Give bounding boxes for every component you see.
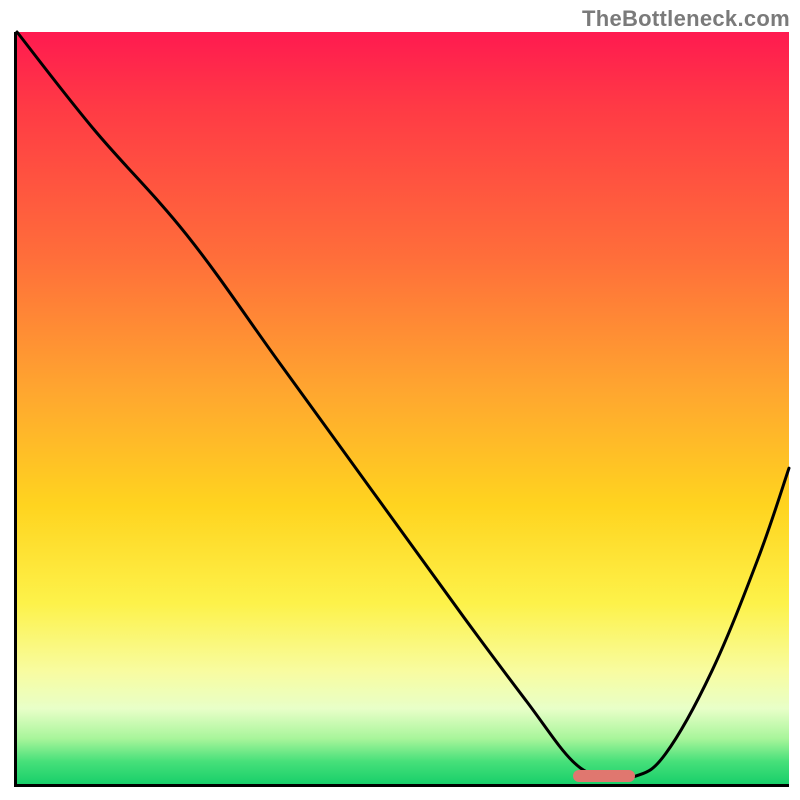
watermark-text: TheBottleneck.com (582, 6, 790, 32)
plot-area (14, 32, 789, 787)
optimal-range-marker (573, 770, 635, 782)
chart-canvas: TheBottleneck.com (0, 0, 800, 800)
curve-path (17, 32, 789, 779)
bottleneck-curve (17, 32, 789, 784)
